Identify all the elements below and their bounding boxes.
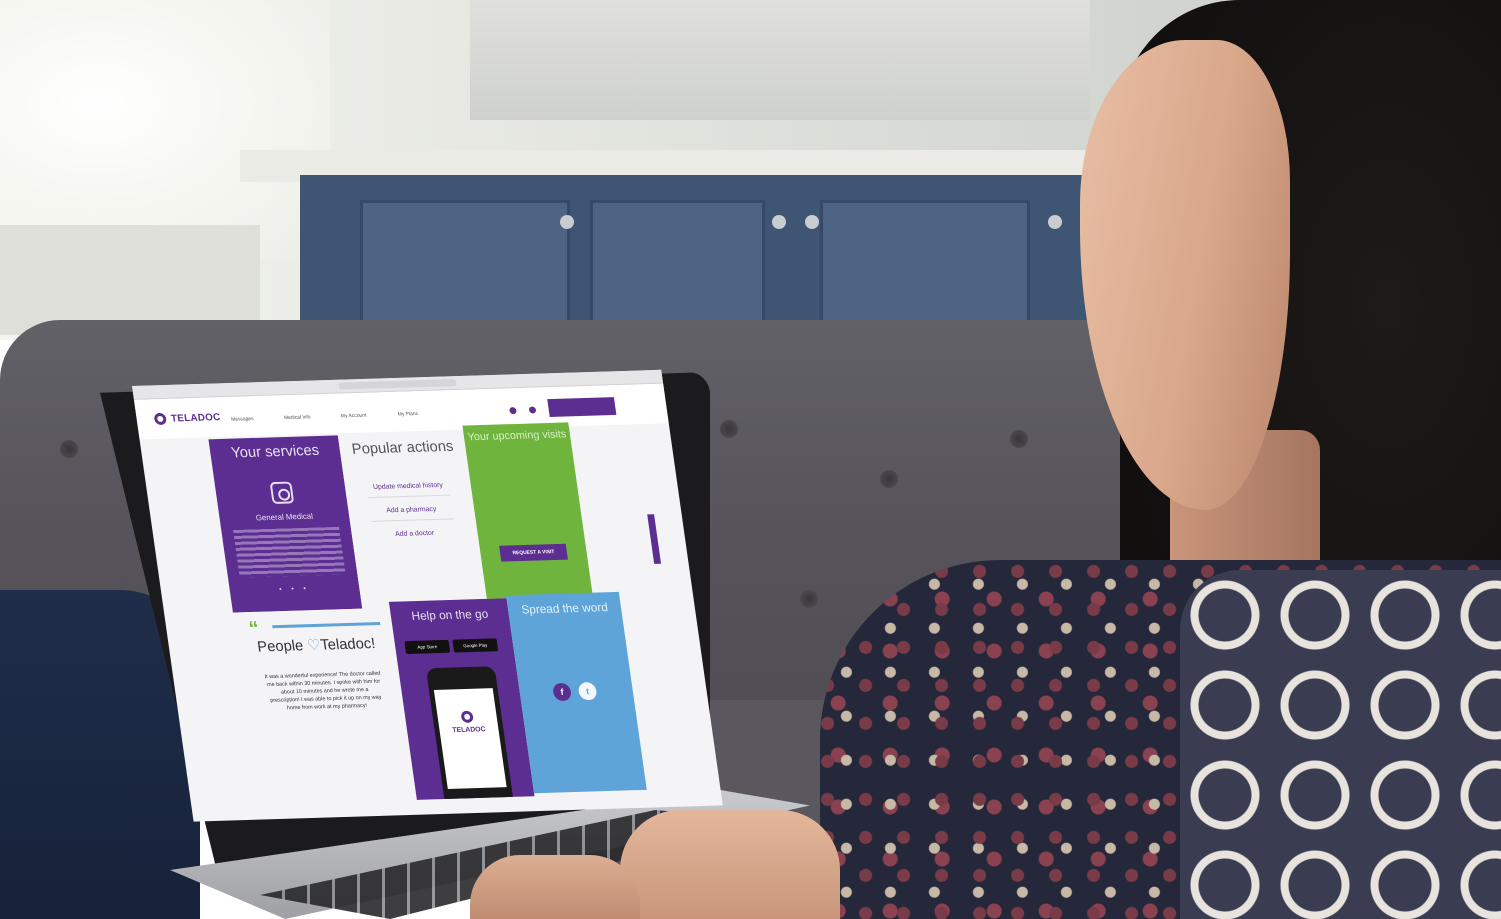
people-title: People ♡Teladoc! (237, 634, 396, 657)
kitchen-upper-cabinets (470, 0, 1090, 120)
shelf (0, 225, 260, 335)
phone-logo-icon (460, 710, 474, 723)
carousel-dots[interactable]: • • • (229, 584, 359, 595)
patterned-pillow (1180, 570, 1501, 919)
spread-title: Spread the word (520, 600, 609, 617)
sofa-tuft (1010, 430, 1028, 448)
window-light (0, 0, 330, 260)
people-title-suffix: Teladoc! (319, 635, 377, 654)
notifications-icon[interactable] (509, 407, 517, 415)
google-play-badge[interactable]: Google Play (452, 638, 499, 653)
nav-medical-info[interactable]: Medical Info (284, 414, 311, 421)
testimonial-text: It was a wonderful experience! The docto… (264, 670, 382, 712)
testimonial-tile: “ People ♡Teladoc! It was a wonderful ex… (232, 607, 417, 801)
service-name[interactable]: General Medical (219, 511, 350, 524)
phone-logo-text: TELADOC (451, 726, 487, 735)
facebook-icon[interactable]: f (552, 682, 573, 702)
phone-screen: TELADOC (433, 688, 507, 789)
sofa-tuft (880, 470, 898, 488)
address-bar[interactable] (338, 379, 457, 390)
help-title: Help on the go (410, 606, 490, 624)
accent-bar (272, 622, 381, 629)
divider (368, 494, 451, 499)
update-history-link[interactable]: Update medical history (345, 481, 471, 492)
services-title: Your services (230, 441, 321, 462)
left-hand (470, 855, 640, 919)
photo-scene: TELADOC Messages Medical Info My Account… (0, 0, 1501, 919)
nav-my-plans[interactable]: My Plans (397, 411, 418, 418)
twitter-icon[interactable]: t (577, 682, 598, 701)
service-description (233, 526, 346, 578)
sofa-tuft (800, 590, 818, 608)
store-badges: App Store Google Play (404, 638, 499, 655)
cabinet-knob (560, 215, 574, 229)
teladoc-logo[interactable]: TELADOC (153, 411, 222, 426)
sofa-tuft (720, 420, 738, 438)
nav-my-account[interactable]: My Account (341, 413, 367, 420)
feedback-tab[interactable] (647, 514, 662, 564)
actions-title: Popular actions (350, 437, 455, 458)
logo-text: TELADOC (170, 411, 222, 425)
request-visit-button[interactable] (547, 397, 617, 417)
right-hand (620, 810, 840, 919)
add-pharmacy-link[interactable]: Add a pharmacy (348, 505, 474, 516)
app-store-badge[interactable]: App Store (404, 639, 451, 655)
visits-title: Your upcoming visits (466, 428, 568, 444)
medical-bag-icon (269, 481, 295, 504)
people-title-prefix: People (256, 637, 309, 656)
logo-ring-icon (153, 412, 167, 426)
cabinet-knob (805, 215, 819, 229)
sofa-tuft (60, 440, 78, 458)
laptop-screen: TELADOC Messages Medical Info My Account… (132, 369, 723, 822)
services-tile: Your services General Medical • • • (208, 435, 363, 613)
nav-messages[interactable]: Messages (231, 416, 254, 423)
actions-tile: Popular actions Update medical history A… (337, 431, 488, 609)
profile-icon[interactable] (528, 406, 537, 414)
phone-mockup: TELADOC (425, 666, 515, 800)
request-visit-tile-button[interactable]: REQUEST A VISIT (499, 543, 568, 562)
add-doctor-link[interactable]: Add a doctor (352, 529, 478, 540)
cabinet-knob (1048, 215, 1062, 229)
divider (371, 518, 454, 522)
cabinet-knob (772, 215, 786, 229)
